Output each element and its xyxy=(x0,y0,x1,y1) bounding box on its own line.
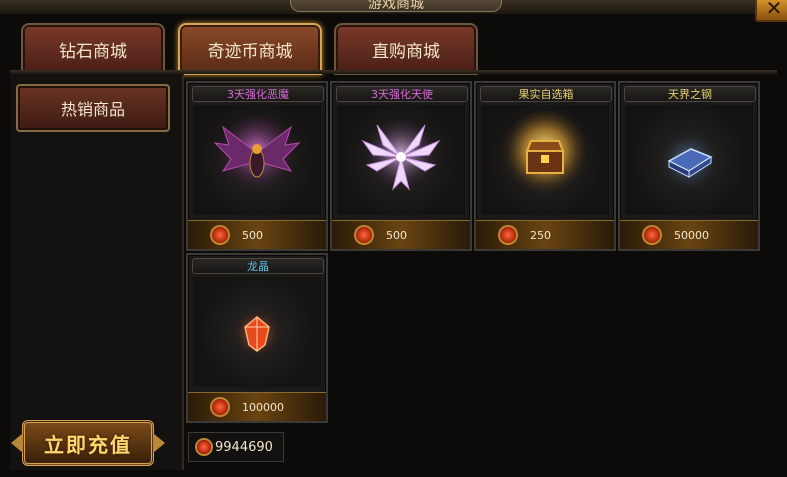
sidebar-item-hot-items[interactable]: 热销商品 xyxy=(16,84,170,132)
item-price-bar: 500 xyxy=(188,220,326,249)
item-name-plate: 龙晶 xyxy=(192,258,324,274)
item-name-plate: 天界之钢 xyxy=(624,86,756,102)
item-card[interactable]: 天界之钢 50000 xyxy=(618,81,760,251)
tab-label: 奇迹币商城 xyxy=(207,41,293,62)
item-price: 50000 xyxy=(674,228,709,242)
item-name-plate: 3天强化天使 xyxy=(336,86,468,102)
item-grid: 3天强化恶魔 500 3天强化天使 500 果实自选箱 250 天界之钢 500… xyxy=(182,74,777,470)
angel-wings-icon xyxy=(361,121,441,193)
miracle-coin-icon xyxy=(500,227,516,243)
category-sidebar: 热销商品 立即充值 xyxy=(10,74,184,470)
miracle-coin-icon xyxy=(212,399,228,415)
item-name: 天界之钢 xyxy=(668,88,712,101)
item-price: 500 xyxy=(386,228,407,242)
close-button[interactable]: ✕ xyxy=(755,0,787,22)
balance-value: 9944690 xyxy=(215,439,273,455)
tab-direct-buy-shop[interactable]: 直购商城 xyxy=(334,23,478,75)
item-card[interactable]: 龙晶 100000 xyxy=(186,253,328,423)
item-art xyxy=(481,105,609,215)
item-name: 3天强化天使 xyxy=(371,88,433,101)
tab-miracle-coin-shop[interactable]: 奇迹币商城 xyxy=(178,23,322,75)
sidebar-item-label: 热销商品 xyxy=(60,100,125,119)
miracle-coin-icon xyxy=(644,227,660,243)
item-price-bar: 50000 xyxy=(620,220,758,249)
item-card[interactable]: 果实自选箱 250 xyxy=(474,81,616,251)
item-name-plate: 果实自选箱 xyxy=(480,86,612,102)
item-name-plate: 3天强化恶魔 xyxy=(192,86,324,102)
item-art xyxy=(193,105,321,215)
item-price: 250 xyxy=(530,228,551,242)
recharge-button[interactable]: 立即充值 xyxy=(11,420,165,466)
item-art xyxy=(337,105,465,215)
miracle-coin-icon xyxy=(197,440,211,454)
close-icon: ✕ xyxy=(765,0,783,20)
treasure-chest-icon xyxy=(501,111,589,199)
item-price-bar: 500 xyxy=(332,220,470,249)
item-name: 果实自选箱 xyxy=(518,88,574,101)
item-name: 龙晶 xyxy=(247,260,269,273)
item-art xyxy=(193,277,321,387)
dragon-crystal-icon xyxy=(233,309,281,357)
item-card[interactable]: 3天强化天使 500 xyxy=(330,81,472,251)
item-art xyxy=(625,105,753,215)
item-price-bar: 100000 xyxy=(188,392,326,421)
tab-label: 直购商城 xyxy=(372,41,440,62)
item-card[interactable]: 3天强化恶魔 500 xyxy=(186,81,328,251)
window-title: 游戏商城 xyxy=(368,0,424,12)
miracle-coin-icon xyxy=(212,227,228,243)
demon-wings-icon xyxy=(213,115,301,195)
miracle-coin-icon xyxy=(356,227,372,243)
item-name: 3天强化恶魔 xyxy=(227,88,289,101)
item-price: 100000 xyxy=(242,400,284,414)
window-title-plate: 游戏商城 xyxy=(290,0,502,12)
coin-balance: 9944690 xyxy=(188,432,284,462)
recharge-label: 立即充值 xyxy=(44,432,132,457)
tab-label: 钻石商城 xyxy=(59,41,127,62)
celestial-steel-icon xyxy=(659,131,719,191)
tab-diamond-shop[interactable]: 钻石商城 xyxy=(21,23,165,75)
item-price-bar: 250 xyxy=(476,220,614,249)
item-price: 500 xyxy=(242,228,263,242)
